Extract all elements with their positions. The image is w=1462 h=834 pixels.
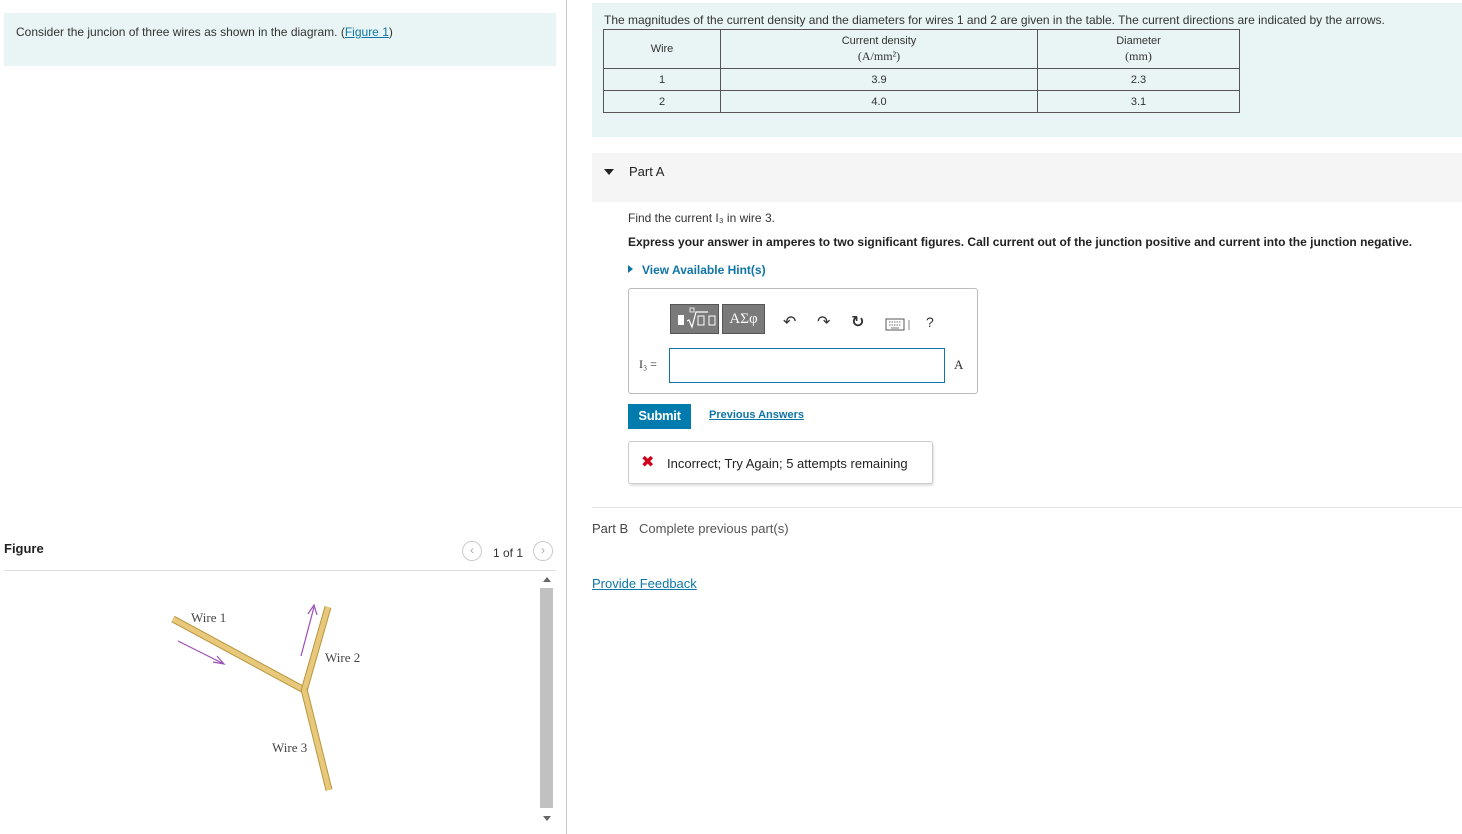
table-row: 1 3.9 2.3 — [603, 68, 1240, 91]
part-b-status: Complete previous part(s) — [639, 521, 789, 536]
answer-box: ΑΣφ ↶ ↷ ↻ ? I₃ = A — [628, 288, 978, 394]
wire-1 — [171, 615, 308, 695]
next-figure-button[interactable]: › — [533, 541, 553, 561]
previous-answers-link[interactable]: Previous Answers — [709, 409, 804, 421]
table-cell: 2 — [603, 90, 721, 113]
reset-icon[interactable]: ↻ — [851, 312, 864, 332]
scroll-down-icon[interactable] — [543, 816, 551, 821]
templates-button[interactable] — [670, 304, 719, 334]
symbols-button[interactable]: ΑΣφ — [722, 304, 765, 334]
current-density-label: Current density — [841, 34, 917, 47]
caret-right-icon — [628, 265, 633, 273]
intro-text: Consider the juncion of three wires as s… — [16, 25, 393, 39]
column-header-current-density: Current density (A/mm²) — [720, 29, 1038, 69]
wire-1-label: Wire 1 — [191, 610, 226, 625]
part-a-instruction: Express your answer in amperes to two si… — [628, 235, 1413, 249]
figure-pager: 1 of 1 — [493, 546, 524, 560]
problem-panel: The magnitudes of the current density an… — [592, 3, 1462, 137]
previous-figure-button[interactable]: ‹ — [462, 541, 482, 561]
wire-3-label: Wire 3 — [272, 740, 307, 755]
error-x-icon: ✖ — [641, 454, 655, 471]
wire-junction-diagram: Wire 1 Wire 2 Wire 3 — [171, 603, 360, 791]
unit-label: A — [954, 357, 964, 372]
figure-heading: Figure — [4, 541, 44, 556]
provide-feedback-link[interactable]: Provide Feedback — [592, 576, 697, 591]
equation-label: I₃ = — [639, 357, 657, 371]
keyboard-icon[interactable] — [885, 318, 911, 332]
part-a-header[interactable]: Part A — [592, 153, 1462, 202]
data-table: Wire Current density (A/mm²) Diameter (m… — [603, 29, 1240, 113]
part-b-divider — [592, 507, 1462, 508]
current-density-unit: (A/mm²) — [857, 48, 901, 63]
scroll-up-icon[interactable] — [543, 577, 551, 582]
table-row: 2 4.0 3.1 — [603, 90, 1240, 113]
table-cell: 3.1 — [1037, 90, 1240, 113]
figure-divider — [4, 570, 556, 571]
chevron-right-icon: › — [541, 543, 545, 557]
part-a-title: Part A — [629, 164, 665, 179]
radical-template-icon — [678, 307, 716, 329]
caret-down-icon[interactable] — [604, 169, 614, 175]
part-b-title: Part B — [592, 521, 629, 536]
view-hints-label: View Available Hint(s) — [642, 263, 766, 277]
part-a-question: Find the current I₃ in wire 3. — [628, 211, 775, 225]
table-header-row: Wire Current density (A/mm²) Diameter (m… — [603, 29, 1240, 69]
view-hints-link[interactable]: View Available Hint(s) — [628, 263, 766, 277]
scroll-thumb[interactable] — [540, 588, 553, 808]
column-header-wire: Wire — [603, 29, 721, 69]
table-cell: 3.9 — [720, 68, 1038, 91]
submit-button[interactable]: Submit — [628, 404, 691, 429]
redo-icon[interactable]: ↷ — [817, 312, 830, 332]
undo-icon[interactable]: ↶ — [783, 312, 796, 332]
diameter-unit: (mm) — [1125, 48, 1152, 63]
figure-link[interactable]: Figure 1 — [345, 25, 389, 39]
feedback-message: ✖ Incorrect; Try Again; 5 attempts remai… — [628, 441, 933, 484]
wire-2 — [300, 606, 332, 692]
answer-input[interactable] — [669, 348, 945, 383]
wire-3 — [300, 688, 333, 791]
intro-sentence: Consider the juncion of three wires as s… — [16, 25, 341, 39]
chevron-left-icon: ‹ — [470, 543, 474, 557]
table-cell: 1 — [603, 68, 721, 91]
wire-2-label: Wire 2 — [325, 650, 360, 665]
problem-text: The magnitudes of the current density an… — [604, 13, 1385, 27]
pane-divider[interactable] — [566, 0, 567, 834]
column-header-diameter: Diameter (mm) — [1037, 29, 1240, 69]
figure-scrollbar[interactable] — [539, 574, 554, 830]
intro-panel: Consider the juncion of three wires as s… — [4, 13, 556, 66]
help-icon[interactable]: ? — [926, 314, 934, 330]
feedback-text: Incorrect; Try Again; 5 attempts remaini… — [667, 456, 908, 471]
table-cell: 2.3 — [1037, 68, 1240, 91]
table-cell: 4.0 — [720, 90, 1038, 113]
diameter-label: Diameter — [1116, 34, 1161, 47]
